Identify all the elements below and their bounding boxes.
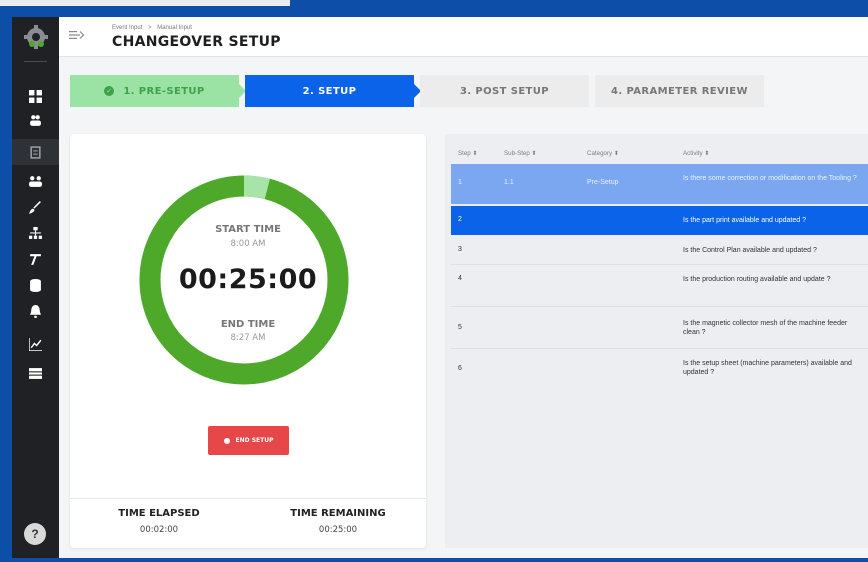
app-window: ? Event Input > Manual Input CHANGEOVER … — [12, 17, 868, 558]
cell-activity: Is the setup sheet (machine parameters) … — [683, 360, 852, 376]
step-label: 1. PRE-SETUP — [123, 85, 205, 97]
time-elapsed-value: 00:02:00 — [139, 525, 179, 535]
app-logo-icon[interactable] — [23, 24, 49, 50]
cell-step: 6 — [458, 365, 462, 372]
sidebar-divider — [24, 61, 47, 62]
org-chart-icon — [29, 226, 42, 239]
time-remaining-label: TIME REMAINING — [290, 508, 386, 519]
cell-activity: Is the production routing available and … — [683, 276, 831, 283]
users-icon — [30, 114, 41, 126]
activity-table: Step ⬍ Sub-Step ⬍ Category ⬍ Activity ⬍ … — [445, 134, 868, 548]
check-circle-icon: ✓ — [104, 86, 115, 96]
step-parameter-review[interactable]: 4. PARAMETER REVIEW — [595, 75, 764, 107]
cell-step: 2 — [458, 216, 462, 223]
end-setup-label: END SETUP — [235, 437, 274, 444]
chart-icon — [29, 337, 42, 351]
sidebar-item-brush[interactable] — [12, 194, 59, 220]
cell-step: 3 — [458, 246, 462, 253]
table-row[interactable]: 4 Is the production routing available an… — [451, 265, 868, 306]
column-header-sub-step[interactable]: Sub-Step ⬍ — [504, 150, 537, 157]
sidebar-item-notifications[interactable] — [12, 298, 59, 324]
sidebar-item-org-chart[interactable] — [12, 220, 59, 246]
countdown-timer: 00:25:00 — [178, 264, 318, 295]
cell-activity: Is the part print available and updated … — [683, 217, 806, 224]
step-label: 2. SETUP — [302, 85, 357, 97]
step-label: 3. POST SETUP — [459, 85, 550, 97]
cell-step: 5 — [458, 324, 462, 331]
bell-icon — [30, 304, 41, 318]
sidebar-item-tools[interactable] — [12, 246, 59, 272]
sidebar-item-analytics[interactable] — [12, 331, 59, 357]
timer-card: START TIME 8:00 AM 00:25:00 END TIME 8:2… — [70, 134, 426, 548]
page-title: CHANGEOVER SETUP — [112, 34, 281, 50]
column-header-activity[interactable]: Activity ⬍ — [683, 150, 710, 157]
cell-category: Pre-Setup — [587, 179, 619, 186]
browser-top-strip — [0, 0, 290, 6]
breadcrumb-separator: > — [148, 25, 152, 31]
breadcrumb-event-input[interactable]: Event Input — [112, 25, 142, 31]
tools-icon — [30, 253, 41, 265]
table-row[interactable]: 6 Is the setup sheet (machine parameters… — [451, 349, 868, 390]
brush-icon — [29, 200, 41, 214]
column-header-step[interactable]: Step ⬍ — [458, 150, 478, 157]
sidebar-item-groups[interactable] — [12, 168, 59, 194]
breadcrumb-manual-input[interactable]: Manual Input — [157, 25, 192, 31]
table-row[interactable]: 1 1.1 Pre-Setup Is there some correction… — [451, 164, 868, 204]
time-elapsed-label: TIME ELAPSED — [118, 508, 200, 519]
table-row[interactable]: 5 Is the magnetic collector mesh of the … — [451, 307, 868, 348]
sidebar-item-database[interactable] — [12, 272, 59, 298]
cell-sub-step: 1.1 — [504, 179, 514, 186]
step-setup[interactable]: 2. SETUP — [245, 75, 421, 107]
start-time-value: 8:00 AM — [230, 239, 266, 249]
end-setup-button[interactable]: END SETUP — [208, 426, 289, 455]
table-row[interactable]: 3 Is the Control Plan available and upda… — [451, 235, 868, 264]
list-icon — [29, 367, 42, 379]
end-time-value: 8:27 AM — [230, 333, 266, 343]
table-row[interactable]: 2 Is the part print available and update… — [451, 206, 868, 235]
menu-toggle-icon[interactable] — [69, 28, 85, 42]
cell-step: 4 — [458, 275, 462, 282]
sidebar-item-reports[interactable] — [12, 360, 59, 386]
stopwatch-icon — [223, 437, 230, 444]
breadcrumb: Event Input > Manual Input — [112, 25, 196, 31]
header-bar: Event Input > Manual Input CHANGEOVER SE… — [59, 17, 868, 57]
card-divider — [70, 498, 426, 499]
step-post-setup[interactable]: 3. POST SETUP — [420, 75, 589, 107]
sidebar-item-users[interactable] — [12, 107, 59, 133]
cell-activity: Is the magnetic collector mesh of the ma… — [683, 320, 848, 336]
database-icon — [30, 278, 41, 292]
group-icon — [29, 175, 42, 187]
sidebar-item-dashboard[interactable] — [12, 83, 59, 109]
cell-activity: Is the Control Plan available and update… — [683, 247, 817, 254]
step-label: 4. PARAMETER REVIEW — [611, 85, 748, 97]
clipboard-icon — [30, 145, 41, 159]
column-header-category[interactable]: Category ⬍ — [587, 150, 619, 157]
start-time-label: START TIME — [215, 224, 281, 235]
cell-activity: Is there some correction or modification… — [683, 175, 857, 182]
help-button[interactable]: ? — [24, 523, 46, 545]
dashboard-icon — [29, 89, 42, 103]
cell-step: 1 — [458, 179, 462, 186]
sidebar-item-clipboard[interactable] — [12, 139, 59, 165]
end-time-label: END TIME — [220, 319, 276, 330]
time-remaining-value: 00:25:00 — [318, 525, 358, 535]
sidebar: ? — [12, 17, 59, 558]
step-pre-setup[interactable]: ✓ 1. PRE-SETUP — [70, 75, 246, 107]
